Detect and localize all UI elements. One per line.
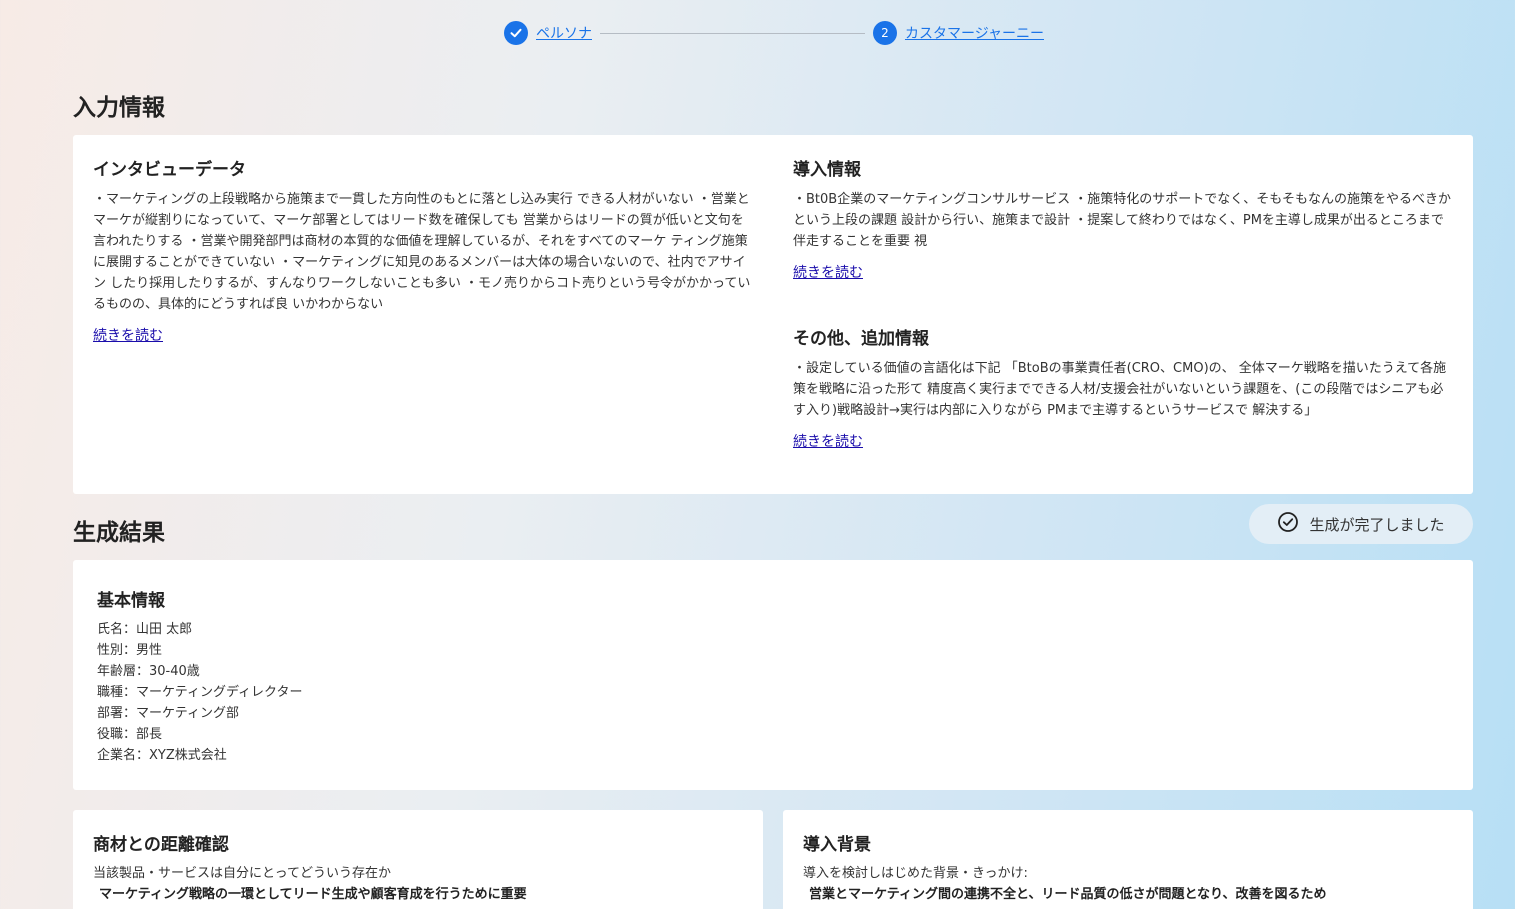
basic-info-job: 職種：マーケティングディレクター [97,685,303,700]
stepper: ペルソナ 2 カスタマージャーニー [504,20,1044,46]
basic-info-age: 年齢層：30-40歳 [97,664,200,679]
other-info-block: その他、追加情報 ・設定している価値の言語化は下記 「BtoBの事業責任者(CR… [793,324,1453,451]
basic-info-name: 氏名：山田 太郎 [97,622,193,637]
interview-read-more-link[interactable]: 続きを読む [93,325,163,345]
distance-card: 商材との距離確認 当該製品・サービスは自分にとってどういう存在か マーケティング… [73,810,763,909]
step-customer-journey-link[interactable]: カスタマージャーニー [905,23,1044,43]
intro-block: 導入情報 ・Bt0B企業のマーケティングコンサルサービス ・施策特化のサポートで… [793,155,1453,282]
interview-text: ・マーケティングの上段戦略から施策まで一貫した方向性のもとに落とし込み実行 でき… [93,192,751,312]
input-info-card: インタビューデータ ・マーケティングの上段戦略から施策まで一貫した方向性のもとに… [73,135,1473,494]
other-info-heading: その他、追加情報 [793,329,929,349]
distance-answer: マーケティング戦略の一環としてリード生成や顧客育成を行うために重要 [99,887,527,902]
distance-heading: 商材との距離確認 [93,835,229,855]
intro-heading: 導入情報 [793,160,861,180]
background-card: 導入背景 導入を検討しはじめた背景・きっかけ: 営業とマーケティング間の連携不全… [783,810,1473,909]
other-info-read-more-link[interactable]: 続きを読む [793,431,863,451]
background-question: 導入を検討しはじめた背景・きっかけ: [803,866,1028,881]
step-number-badge: 2 [872,21,897,45]
generation-status-text: 生成が完了しました [1309,515,1445,534]
basic-info-department: 部署：マーケティング部 [97,706,239,721]
basic-info-card: 基本情報 氏名：山田 太郎 性別：男性 年齢層：30-40歳 職種：マーケティン… [73,560,1473,790]
basic-info-heading: 基本情報 [97,591,165,611]
interview-heading: インタビューデータ [93,160,246,180]
step-connector [600,32,865,34]
basic-info-gender: 性別：男性 [97,643,163,658]
result-section-title: 生成結果 [73,520,165,546]
interview-block: インタビューデータ ・マーケティングの上段戦略から施策まで一貫した方向性のもとに… [93,155,753,345]
step-customer-journey[interactable]: 2 カスタマージャーニー [872,21,1044,45]
check-circle-icon [1277,511,1299,537]
other-info-text: ・設定している価値の言語化は下記 「BtoBの事業責任者(CRO、CMO)の、 … [793,361,1447,418]
step-persona[interactable]: ペルソナ [504,21,592,45]
background-heading: 導入背景 [803,835,871,855]
input-section-title: 入力情報 [73,95,165,121]
intro-text: ・Bt0B企業のマーケティングコンサルサービス ・施策特化のサポートでなく、そも… [793,192,1452,249]
generation-status-badge: 生成が完了しました [1249,504,1473,544]
basic-info-company: 企業名：XYZ株式会社 [97,748,227,763]
step-persona-link[interactable]: ペルソナ [536,23,592,43]
intro-read-more-link[interactable]: 続きを読む [793,262,863,282]
basic-info-position: 役職：部長 [97,727,163,742]
distance-question: 当該製品・サービスは自分にとってどういう存在か [93,866,391,881]
check-icon [504,21,528,45]
background-answer: 営業とマーケティング間の連携不全と、リード品質の低さが問題となり、改善を図るため [809,887,1327,902]
